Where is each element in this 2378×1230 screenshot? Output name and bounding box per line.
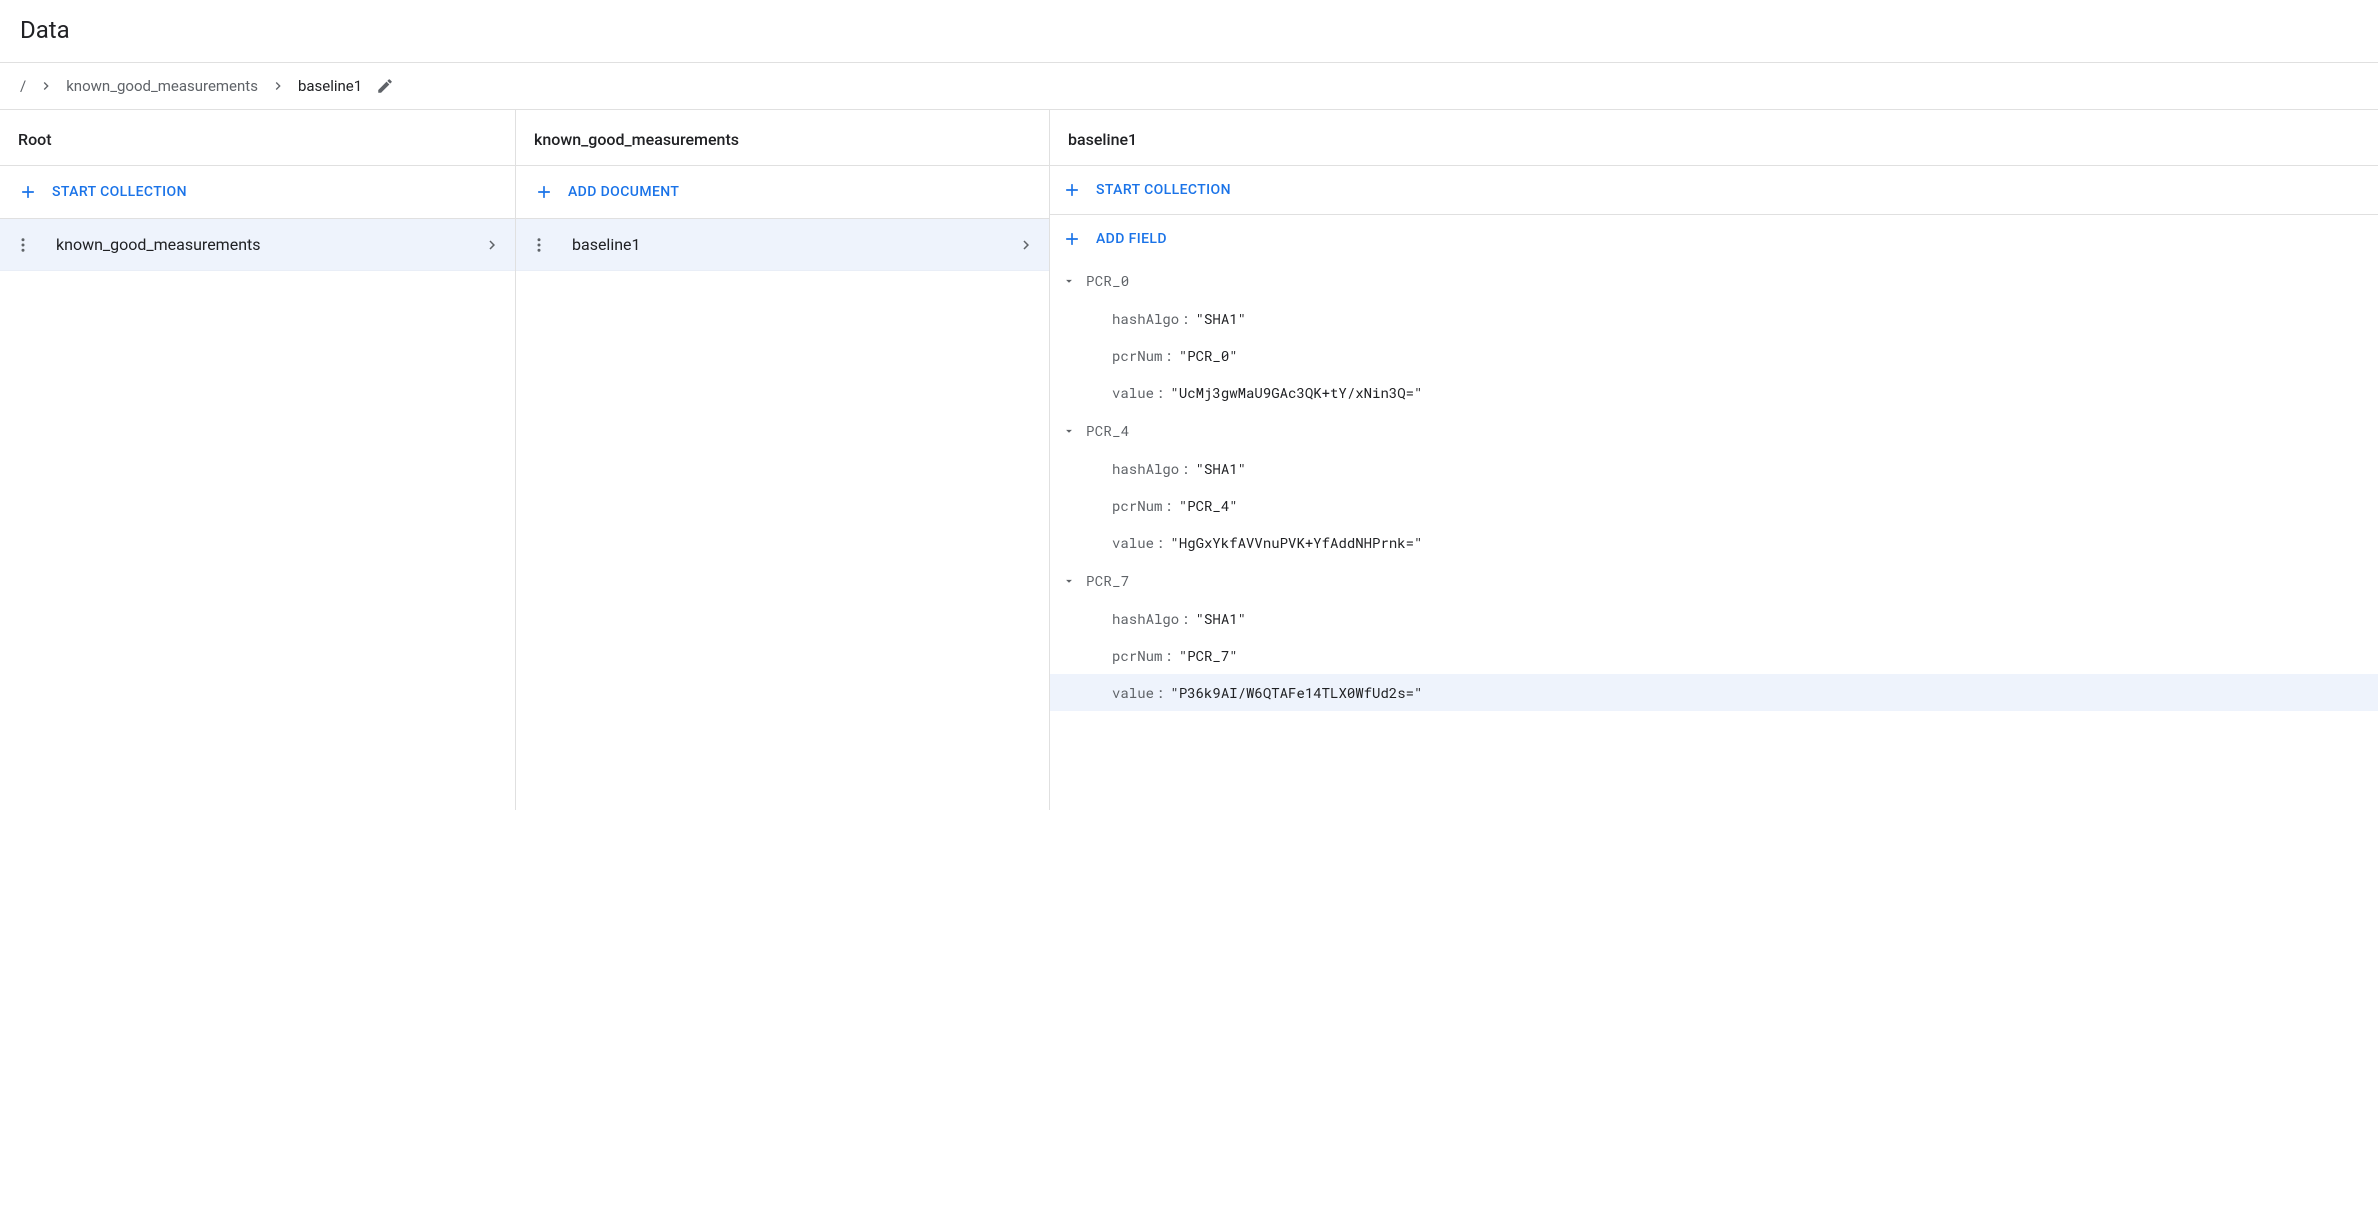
field-row[interactable]: hashAlgo:"SHA1" [1050,450,2378,487]
field-row[interactable]: value:"UcMj3gwMaU9GAc3QK+tY/xNin3Q=" [1050,374,2378,411]
add-document-button[interactable]: ADD DOCUMENT [516,166,1049,219]
field-key: hashAlgo [1112,459,1179,478]
document-item-label: baseline1 [572,235,1017,254]
edit-icon[interactable] [376,77,394,95]
more-vert-icon[interactable] [14,236,32,254]
field-key: hashAlgo [1112,309,1179,328]
field-group: PCR_7 hashAlgo:"SHA1"pcrNum:"PCR_7"value:… [1050,561,2378,711]
more-vert-icon[interactable] [530,236,548,254]
plus-icon [534,182,554,202]
field-value: "PCR_4" [1179,496,1238,515]
field-value: "SHA1" [1196,609,1246,628]
collapse-icon [1062,574,1076,588]
chevron-right-icon [30,78,62,94]
breadcrumb-root[interactable]: / [16,77,30,95]
collapse-icon [1062,274,1076,288]
document-column-header: baseline1 [1050,110,2378,166]
document-column: baseline1 START COLLECTION ADD FIELD PCR… [1050,110,2378,810]
collapse-icon [1062,424,1076,438]
breadcrumb-document[interactable]: baseline1 [294,77,366,95]
field-key: pcrNum [1112,646,1162,665]
doc-start-collection-button[interactable]: START COLLECTION [1050,166,2378,215]
document-item[interactable]: baseline1 [516,219,1049,271]
start-collection-label: START COLLECTION [52,184,187,200]
field-key: pcrNum [1112,346,1162,365]
field-value: "PCR_7" [1179,646,1238,665]
add-document-label: ADD DOCUMENT [568,184,679,200]
root-column-header: Root [0,110,515,166]
field-value: "UcMj3gwMaU9GAc3QK+tY/xNin3Q=" [1170,383,1422,402]
field-key: pcrNum [1112,496,1162,515]
field-value: "PCR_0" [1179,346,1238,365]
chevron-right-icon [1017,236,1035,254]
collection-item[interactable]: known_good_measurements [0,219,515,271]
field-group: PCR_0 hashAlgo:"SHA1"pcrNum:"PCR_0"value:… [1050,261,2378,411]
field-group-name: PCR_0 [1086,271,1130,290]
field-row[interactable]: pcrNum:"PCR_4" [1050,487,2378,524]
field-value: "SHA1" [1196,459,1246,478]
field-row[interactable]: pcrNum:"PCR_0" [1050,337,2378,374]
collection-item-label: known_good_measurements [56,235,483,254]
field-group-header[interactable]: PCR_4 [1050,411,2378,450]
plus-icon [18,182,38,202]
collection-column: known_good_measurements ADD DOCUMENT bas… [516,110,1050,810]
field-value: "P36k9AI/W6QTAFe14TLX0WfUd2s=" [1170,683,1422,702]
start-collection-button[interactable]: START COLLECTION [0,166,515,219]
breadcrumb-collection[interactable]: known_good_measurements [62,77,262,95]
field-group-name: PCR_7 [1086,571,1130,590]
chevron-right-icon [483,236,501,254]
field-key: value [1112,383,1154,402]
field-row[interactable]: value:"HgGxYkfAVVnuPVK+YfAddNHPrnk=" [1050,524,2378,561]
collection-column-header: known_good_measurements [516,110,1049,166]
field-key: value [1112,683,1154,702]
fields-container: PCR_0hashAlgo:"SHA1"pcrNum:"PCR_0"value:… [1050,257,2378,719]
breadcrumb: / known_good_measurements baseline1 [0,62,2378,110]
field-row[interactable]: hashAlgo:"SHA1" [1050,600,2378,637]
plus-icon [1062,229,1082,249]
page-title: Data [0,0,2378,62]
field-row[interactable]: hashAlgo:"SHA1" [1050,300,2378,337]
add-field-label: ADD FIELD [1096,231,1167,247]
field-row[interactable]: value:"P36k9AI/W6QTAFe14TLX0WfUd2s=" [1050,674,2378,711]
doc-start-collection-label: START COLLECTION [1096,182,1231,198]
plus-icon [1062,180,1082,200]
field-value: "SHA1" [1196,309,1246,328]
add-field-button[interactable]: ADD FIELD [1050,215,2378,257]
field-group-header[interactable]: PCR_0 [1050,261,2378,300]
field-key: value [1112,533,1154,552]
field-group-header[interactable]: PCR_7 [1050,561,2378,600]
field-value: "HgGxYkfAVVnuPVK+YfAddNHPrnk=" [1170,533,1422,552]
chevron-right-icon [262,78,294,94]
root-column: Root START COLLECTION known_good_measure… [0,110,516,810]
field-key: hashAlgo [1112,609,1179,628]
field-row[interactable]: pcrNum:"PCR_7" [1050,637,2378,674]
field-group-name: PCR_4 [1086,421,1130,440]
field-group: PCR_4 hashAlgo:"SHA1"pcrNum:"PCR_4"value:… [1050,411,2378,561]
